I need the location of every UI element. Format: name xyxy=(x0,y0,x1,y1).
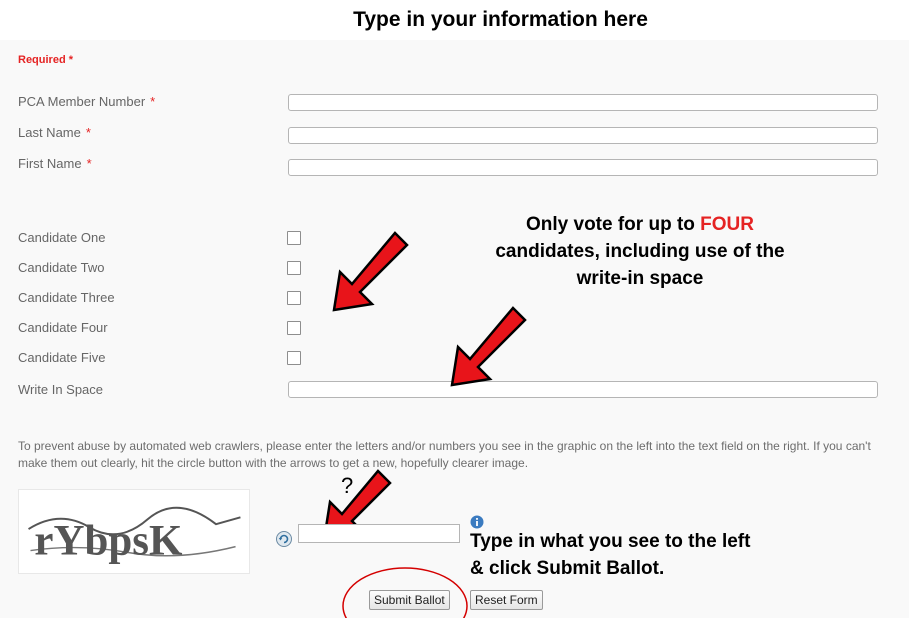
page-heading: Type in your information here xyxy=(353,8,648,31)
vote-limit-highlight: FOUR xyxy=(700,214,754,235)
captcha-image: rYbpsK xyxy=(18,489,250,574)
first-name-input[interactable] xyxy=(288,159,878,176)
member-number-input[interactable] xyxy=(288,94,878,111)
info-icon[interactable] xyxy=(470,515,484,529)
candidate-three-label: Candidate Three xyxy=(18,290,115,305)
candidate-five-label: Candidate Five xyxy=(18,350,106,365)
candidate-one-label: Candidate One xyxy=(18,230,106,245)
candidate-four-checkbox[interactable] xyxy=(287,321,301,335)
refresh-captcha-icon[interactable] xyxy=(276,531,292,547)
write-in-label: Write In Space xyxy=(18,382,104,397)
vote-limit-note: Only vote for up to FOUR candidates, inc… xyxy=(495,214,785,289)
submit-highlight-circle xyxy=(342,567,468,618)
captcha-text: rYbpsK xyxy=(34,517,183,564)
captcha-note: Type in what you see to the left & click… xyxy=(470,531,751,579)
question-mark: ? xyxy=(341,473,354,498)
last-name-label: Last Name * xyxy=(18,125,91,140)
reset-form-button[interactable]: Reset Form xyxy=(470,590,543,610)
candidate-four-label: Candidate Four xyxy=(18,320,108,335)
member-number-label: PCA Member Number * xyxy=(18,94,156,109)
captcha-input[interactable] xyxy=(298,524,460,543)
arrow-to-checkboxes-icon xyxy=(332,231,409,312)
candidate-two-checkbox[interactable] xyxy=(287,261,301,275)
last-name-input[interactable] xyxy=(288,127,878,144)
arrow-to-write-in-icon xyxy=(450,306,527,387)
first-name-label: First Name * xyxy=(18,156,92,171)
captcha-instruction: To prevent abuse by automated web crawle… xyxy=(18,439,871,470)
write-in-input[interactable] xyxy=(288,381,878,398)
required-legend: Required * xyxy=(18,54,74,66)
candidate-three-checkbox[interactable] xyxy=(287,291,301,305)
candidate-five-checkbox[interactable] xyxy=(287,351,301,365)
candidate-one-checkbox[interactable] xyxy=(287,231,301,245)
candidate-two-label: Candidate Two xyxy=(18,260,105,275)
